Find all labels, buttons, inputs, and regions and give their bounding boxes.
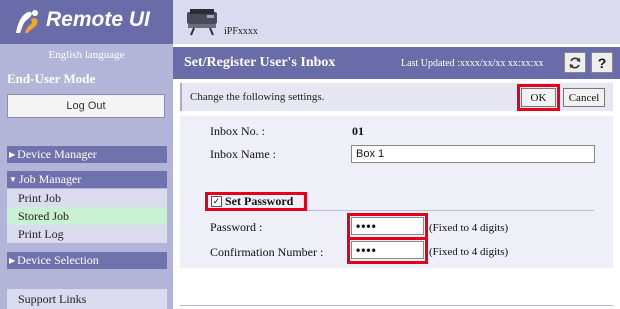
instruction-text: Change the following settings. <box>190 91 325 103</box>
nav-print-log[interactable]: Print Log <box>7 225 167 243</box>
set-password-checkbox[interactable]: ✓ <box>211 196 222 207</box>
caret-right-icon: ▶ <box>9 256 16 265</box>
password-value: •••• <box>356 219 377 233</box>
printer-icon <box>187 9 217 36</box>
confirmation-number-label: Confirmation Number : <box>210 245 324 259</box>
logo-bar: Remote UI <box>0 0 173 44</box>
main-content: Change the following settings. OK Cancel… <box>180 83 613 309</box>
nav-device-selection-label: Device Selection <box>17 253 99 267</box>
settings-form: Inbox No. : 01 Inbox Name : Box 1 ✓ Set … <box>180 116 613 268</box>
nav-job-manager-label: Job Manager <box>18 172 82 186</box>
language-link[interactable]: English language <box>0 49 173 61</box>
confirmation-number-input[interactable]: •••• <box>351 241 424 259</box>
caret-right-icon: ▶ <box>9 150 16 159</box>
inbox-no-label: Inbox No. : <box>210 124 265 138</box>
printer-name: iPFxxxx <box>224 26 258 37</box>
set-password-label: Set Password <box>225 194 294 208</box>
confirmation-value: •••• <box>356 243 377 257</box>
inbox-name-input[interactable]: Box 1 <box>351 145 595 163</box>
help-button[interactable]: ? <box>591 52 613 73</box>
password-input[interactable]: •••• <box>351 217 424 235</box>
nav-device-selection[interactable]: ▶ Device Selection <box>7 252 167 269</box>
user-mode-label: End-User Mode <box>7 71 96 86</box>
caret-down-icon: ▼ <box>9 175 17 184</box>
inbox-no-value: 01 <box>352 124 364 138</box>
ok-button[interactable]: OK <box>521 88 556 107</box>
bottom-divider <box>180 305 613 306</box>
nav-device-manager-label: Device Manager <box>17 147 97 161</box>
refresh-button[interactable] <box>564 52 586 73</box>
nav-support-links[interactable]: Support Links <box>7 289 167 309</box>
top-bar: iPFxxxx <box>173 0 620 44</box>
cancel-button[interactable]: Cancel <box>563 88 605 107</box>
remote-ui-logo-icon <box>16 10 38 33</box>
sidebar: Remote UI English language End-User Mode… <box>0 0 173 309</box>
logout-button[interactable]: Log Out <box>7 94 165 118</box>
password-label: Password : <box>210 220 263 234</box>
nav-job-manager[interactable]: ▼ Job Manager <box>7 171 167 188</box>
app-title: Remote UI <box>46 8 150 31</box>
title-bar: Set/Register User's Inbox Last Updated :… <box>173 47 620 79</box>
last-updated: Last Updated :xxxx/xx/xx xx:xx:xx <box>401 58 544 69</box>
nav-device-manager[interactable]: ▶ Device Manager <box>7 146 167 163</box>
nav-print-job[interactable]: Print Job <box>7 189 167 207</box>
password-note: (Fixed to 4 digits) <box>429 222 509 234</box>
inbox-name-label: Inbox Name : <box>210 147 276 161</box>
nav-stored-job[interactable]: Stored Job <box>7 207 167 225</box>
refresh-icon <box>569 57 581 68</box>
confirmation-note: (Fixed to 4 digits) <box>429 246 509 258</box>
page-title: Set/Register User's Inbox <box>184 55 336 70</box>
